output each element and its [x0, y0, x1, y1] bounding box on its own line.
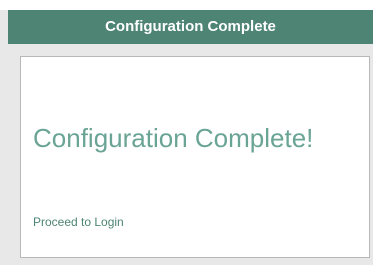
proceed-to-login-link[interactable]: Proceed to Login — [33, 215, 124, 229]
content-panel: Configuration Complete! Proceed to Login — [20, 56, 370, 258]
configuration-window: Configuration Complete Configuration Com… — [0, 10, 373, 265]
window-title: Configuration Complete — [105, 18, 276, 35]
completion-headline: Configuration Complete! — [33, 123, 314, 153]
top-strip — [0, 0, 373, 10]
window-title-bar: Configuration Complete — [8, 10, 373, 44]
